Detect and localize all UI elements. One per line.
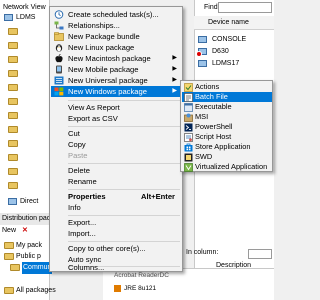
submenu-item-actions[interactable]: Actions (182, 82, 272, 92)
windows-package-submenu: Actions Batch File Executable MSI PowerS… (180, 80, 273, 172)
bundle-icon (54, 32, 64, 41)
menu-item-export-as-csv[interactable]: Export as CSV (51, 113, 181, 124)
folder-icon (8, 154, 18, 161)
menu-item-properties[interactable]: Properties Alt+Enter (51, 191, 181, 202)
menu-item-new-package-bundle[interactable]: New Package bundle (51, 31, 181, 42)
folder-icon (8, 84, 18, 91)
folder-icon (4, 253, 14, 260)
folder-icon (8, 126, 18, 133)
apple-icon (55, 54, 63, 63)
computer-icon (8, 198, 17, 205)
menu-item-new-mobile-package[interactable]: New Mobile package ▶ (51, 64, 181, 75)
column-select[interactable] (248, 249, 272, 259)
menu-item-new-macintosh-package[interactable]: New Macintosh package ▶ (51, 53, 181, 64)
distribution-toolbar[interactable]: New ✕ (0, 226, 50, 237)
menu-separator (68, 100, 180, 101)
submenu-arrow-icon: ▶ (172, 88, 177, 94)
linux-icon (55, 44, 63, 52)
relationships-icon (54, 21, 64, 30)
network-view-title: Network View (3, 4, 46, 11)
universal-icon (54, 76, 64, 85)
menu-item-create-scheduled-task[interactable]: Create scheduled task(s)... (51, 9, 181, 20)
computer-icon (198, 60, 207, 67)
delete-x-icon[interactable]: ✕ (22, 227, 28, 234)
menu-item-delete[interactable]: Delete (51, 165, 181, 176)
powershell-icon (184, 123, 193, 132)
submenu-item-powershell[interactable]: PowerShell (182, 122, 272, 132)
submenu-item-virtualized-application[interactable]: Virtualized Application (182, 162, 272, 172)
menu-item-paste: Paste (68, 151, 88, 160)
windows-icon (54, 87, 64, 96)
folder-icon (8, 70, 18, 77)
script-host-icon (184, 133, 193, 142)
mobile-icon (56, 65, 62, 74)
folder-icon (10, 264, 20, 271)
device-name-column-header[interactable]: Device name (194, 16, 274, 30)
find-input[interactable] (218, 2, 272, 13)
menu-item-copy-to-other-cores[interactable]: Copy to other core(s)... (51, 243, 181, 254)
folder-icon (8, 182, 18, 189)
submenu-item-swd[interactable]: SWD (182, 152, 272, 162)
java-package-icon (114, 285, 121, 292)
in-column-label: In column: (186, 249, 219, 256)
folder-icon (4, 242, 14, 249)
folder-icon (4, 287, 14, 294)
package-row[interactable]: JRE 8u121 (114, 285, 156, 292)
submenu-arrow-icon: ▶ (172, 66, 177, 72)
network-view-panel: Network View LDMS Direct My pack Public … (0, 0, 56, 300)
menu-separator (68, 189, 180, 190)
store-icon (184, 143, 193, 152)
computer-icon (4, 14, 13, 21)
clock-icon (54, 10, 64, 19)
error-status-icon (196, 51, 202, 57)
menu-item-new-linux-package[interactable]: New Linux package (51, 42, 181, 53)
submenu-arrow-icon: ▶ (172, 77, 177, 83)
folder-icon (8, 28, 18, 35)
folder-icon (8, 140, 18, 147)
menu-item-view-as-report[interactable]: View As Report (51, 102, 181, 113)
menu-item-export[interactable]: Export... (51, 217, 181, 228)
context-menu: Create scheduled task(s)... Relationship… (49, 6, 183, 272)
menu-item-import[interactable]: Import... (51, 228, 181, 239)
folder-icon (8, 42, 18, 49)
computer-icon (198, 36, 207, 43)
executable-icon (184, 103, 193, 112)
folder-icon (8, 98, 18, 105)
folder-icon (8, 168, 18, 175)
submenu-item-batch-file[interactable]: Batch File (182, 92, 272, 102)
menu-item-new-universal-package[interactable]: New Universal package ▶ (51, 75, 181, 86)
folder-icon (8, 56, 18, 63)
distribution-packages-header: Distribution packages (0, 213, 50, 225)
folder-icon (8, 112, 18, 119)
actions-icon (184, 83, 193, 92)
menu-separator (68, 215, 180, 216)
msi-icon (184, 113, 193, 122)
submenu-item-store-application[interactable]: Store Application (182, 142, 272, 152)
menu-separator (68, 241, 180, 242)
menu-item-columns[interactable]: Columns... (51, 262, 181, 273)
menu-separator (68, 126, 180, 127)
menu-separator (68, 163, 180, 164)
virtualized-app-icon (184, 163, 193, 172)
menu-item-new-windows-package[interactable]: New Windows package ▶ (51, 86, 181, 97)
swd-icon (184, 153, 193, 162)
menu-item-info[interactable]: Info (51, 202, 181, 213)
submenu-item-script-host[interactable]: Script Host (182, 132, 272, 142)
batch-file-icon (184, 93, 193, 102)
new-dropdown-button[interactable]: New (2, 227, 16, 234)
menu-item-relationships[interactable]: Relationships... (51, 20, 181, 31)
menu-item-rename[interactable]: Rename (51, 176, 181, 187)
submenu-arrow-icon: ▶ (172, 55, 177, 61)
package-row[interactable]: Acrobat ReaderDC (114, 272, 169, 279)
submenu-item-executable[interactable]: Executable (182, 102, 272, 112)
menu-item-copy[interactable]: Copy (51, 139, 181, 150)
menu-item-cut[interactable]: Cut (51, 128, 181, 139)
submenu-item-msi[interactable]: MSI (182, 112, 272, 122)
properties-shortcut: Alt+Enter (141, 192, 175, 201)
